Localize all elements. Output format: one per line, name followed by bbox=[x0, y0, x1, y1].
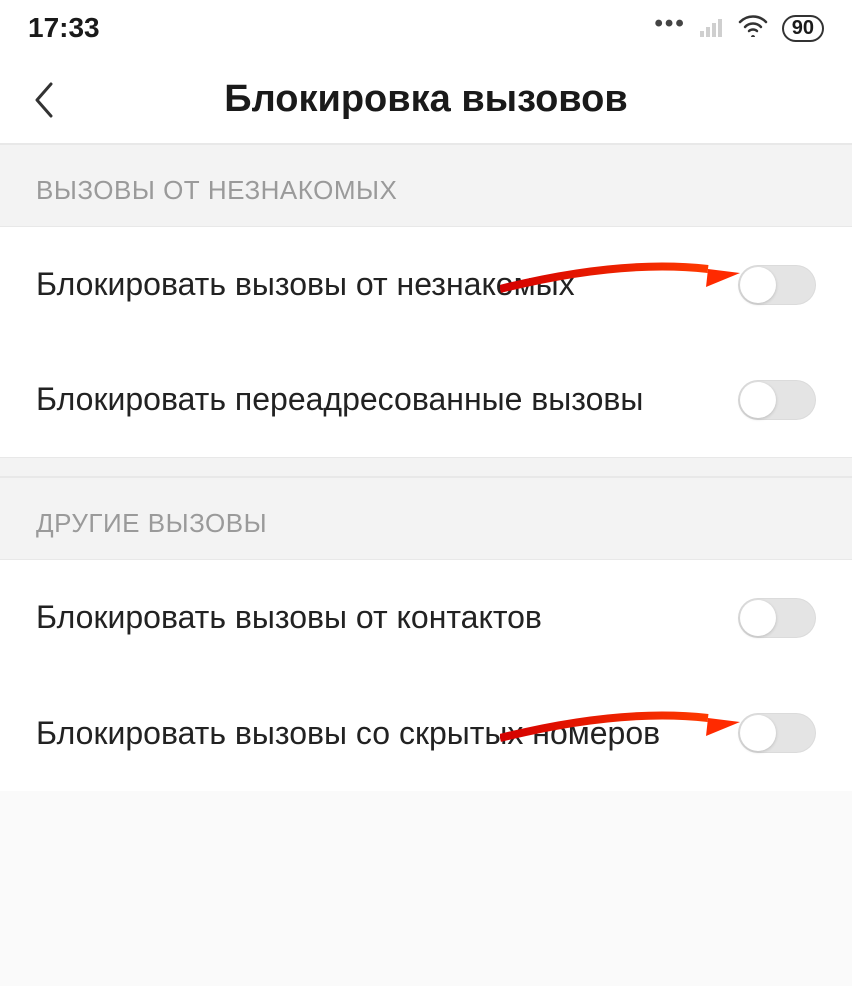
status-time: 17:33 bbox=[28, 12, 100, 44]
status-bar: 17:33 ••• 90 bbox=[0, 0, 852, 56]
toggle-knob bbox=[740, 382, 776, 418]
toggle-block-forwarded[interactable] bbox=[738, 380, 816, 420]
row-block-contacts[interactable]: Блокировать вызовы от контактов bbox=[0, 560, 852, 675]
battery-indicator: 90 bbox=[782, 15, 824, 42]
row-label: Блокировать вызовы от незнакомых bbox=[36, 263, 738, 306]
section-unknown: Блокировать вызовы от незнакомых Блокиро… bbox=[0, 227, 852, 457]
toggle-knob bbox=[740, 267, 776, 303]
row-block-unknown[interactable]: Блокировать вызовы от незнакомых bbox=[0, 227, 852, 342]
row-label: Блокировать вызовы со скрытых номеров bbox=[36, 712, 738, 755]
row-label: Блокировать переадресованные вызовы bbox=[36, 378, 738, 421]
toggle-block-unknown[interactable] bbox=[738, 265, 816, 305]
more-icon: ••• bbox=[655, 10, 686, 38]
section-other: Блокировать вызовы от контактов Блокиров… bbox=[0, 560, 852, 790]
toggle-knob bbox=[740, 715, 776, 751]
section-header-other: ДРУГИЕ ВЫЗОВЫ bbox=[0, 477, 852, 560]
toggle-block-hidden[interactable] bbox=[738, 713, 816, 753]
toggle-block-contacts[interactable] bbox=[738, 598, 816, 638]
toggle-knob bbox=[740, 600, 776, 636]
header: Блокировка вызовов bbox=[0, 56, 852, 144]
row-block-forwarded[interactable]: Блокировать переадресованные вызовы bbox=[0, 342, 852, 457]
row-label: Блокировать вызовы от контактов bbox=[36, 596, 738, 639]
section-header-unknown: ВЫЗОВЫ ОТ НЕЗНАКОМЫХ bbox=[0, 144, 852, 227]
page-title: Блокировка вызовов bbox=[68, 78, 832, 121]
chevron-left-icon bbox=[33, 82, 55, 118]
back-button[interactable] bbox=[20, 76, 68, 124]
wifi-icon bbox=[738, 12, 768, 44]
status-icons: ••• 90 bbox=[655, 12, 824, 44]
signal-icon bbox=[700, 12, 724, 44]
row-block-hidden[interactable]: Блокировать вызовы со скрытых номеров bbox=[0, 676, 852, 791]
section-divider bbox=[0, 457, 852, 477]
